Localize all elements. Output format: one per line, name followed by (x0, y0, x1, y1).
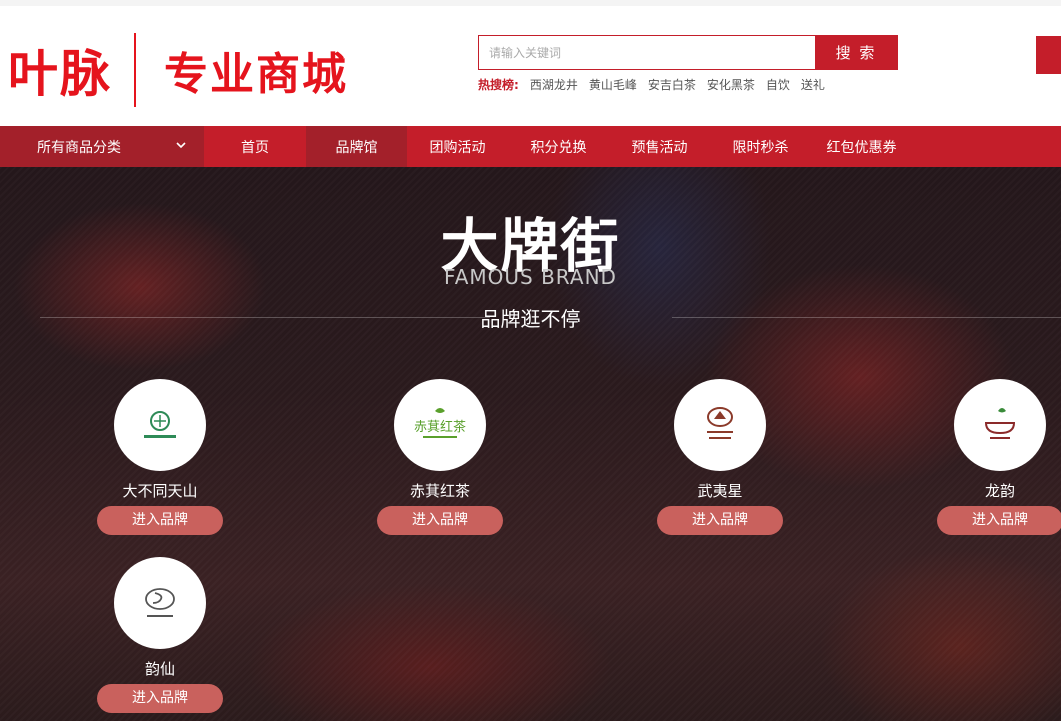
brand-card: 龙韵 进入品牌 (935, 379, 1061, 535)
brand-street-section: 大牌街 FAMOUS BRAND 品牌逛不停 大不同天山 进入品牌 赤萁红茶 赤… (0, 167, 1061, 721)
brand-name: 武夷星 (697, 482, 743, 500)
brand-logo-icon[interactable] (114, 379, 206, 471)
hot-search-item[interactable]: 自饮 (766, 76, 790, 93)
enter-brand-button[interactable]: 进入品牌 (97, 684, 223, 713)
nav-item-flash-sale[interactable]: 限时秒杀 (710, 126, 811, 167)
main-nav: 所有商品分类 首页 品牌馆 团购活动 积分兑换 预售活动 限时秒杀 红包优惠券 (0, 126, 1061, 167)
hot-search-label: 热搜榜: (478, 78, 519, 92)
enter-brand-button[interactable]: 进入品牌 (377, 506, 503, 535)
chevron-down-icon (176, 142, 186, 149)
enter-brand-button[interactable]: 进入品牌 (657, 506, 783, 535)
hero-subtitle-en: FAMOUS BRAND (444, 265, 617, 289)
brand-logo-icon (145, 588, 175, 617)
enter-brand-button[interactable]: 进入品牌 (937, 506, 1061, 535)
site-logo[interactable]: 叶脉 专业商城 (8, 30, 348, 110)
hot-search-item[interactable]: 西湖龙井 (530, 76, 578, 93)
logo-divider (134, 33, 136, 107)
brand-card: 大不同天山 进入品牌 (95, 379, 225, 535)
nav-item-group-buy[interactable]: 团购活动 (407, 126, 508, 167)
hot-search-item[interactable]: 安吉白茶 (648, 76, 696, 93)
all-categories-menu[interactable]: 所有商品分类 (0, 126, 204, 167)
brand-card: 赤萁红茶 赤萁红茶 进入品牌 (375, 379, 505, 535)
brand-name: 韵仙 (144, 660, 175, 678)
brand-card: 武夷星 进入品牌 (655, 379, 785, 535)
cart-tab[interactable] (1036, 36, 1061, 74)
hot-search-item[interactable]: 黄山毛峰 (589, 76, 637, 93)
nav-item-presale[interactable]: 预售活动 (609, 126, 710, 167)
brand-logo-icon[interactable]: 赤萁红茶 (394, 379, 486, 471)
nav-item-coupons[interactable]: 红包优惠券 (811, 126, 912, 167)
nav-item-home[interactable]: 首页 (204, 126, 306, 167)
brand-name: 龙韵 (984, 482, 1015, 500)
search-box: 搜 索 (478, 35, 898, 70)
brand-logo-icon[interactable] (674, 379, 766, 471)
enter-brand-button[interactable]: 进入品牌 (97, 506, 223, 535)
brand-logo-icon (144, 411, 176, 438)
brand-name: 大不同天山 (122, 482, 198, 500)
search-button[interactable]: 搜 索 (815, 36, 897, 69)
brand-logo-icon[interactable] (954, 379, 1046, 471)
header: 叶脉 专业商城 搜 索 热搜榜: 西湖龙井 黄山毛峰 安吉白茶 安化黑茶 自饮 … (0, 6, 1061, 126)
brand-logo-icon: 赤萁红茶 (414, 408, 466, 438)
nav-item-points[interactable]: 积分兑换 (508, 126, 609, 167)
brand-logo-text: 赤萁红茶 (414, 419, 466, 435)
all-categories-label: 所有商品分类 (37, 139, 121, 156)
brand-card: 韵仙 进入品牌 (95, 557, 225, 713)
brand-logo-icon[interactable] (114, 557, 206, 649)
hot-search-item[interactable]: 安化黑茶 (707, 76, 755, 93)
brand-logo-icon (707, 407, 733, 439)
brand-logo-icon (984, 408, 1016, 439)
logo-main-text: 叶脉 (8, 45, 112, 103)
logo-sub-text: 专业商城 (164, 49, 348, 100)
search-input[interactable] (479, 36, 815, 69)
nav-item-brands[interactable]: 品牌馆 (306, 126, 407, 167)
brand-name: 赤萁红茶 (409, 482, 470, 500)
hot-search: 热搜榜: 西湖龙井 黄山毛峰 安吉白茶 安化黑茶 自饮 送礼 (478, 76, 825, 93)
hot-search-item[interactable]: 送礼 (801, 76, 825, 93)
hero-tagline: 品牌逛不停 (480, 307, 581, 331)
